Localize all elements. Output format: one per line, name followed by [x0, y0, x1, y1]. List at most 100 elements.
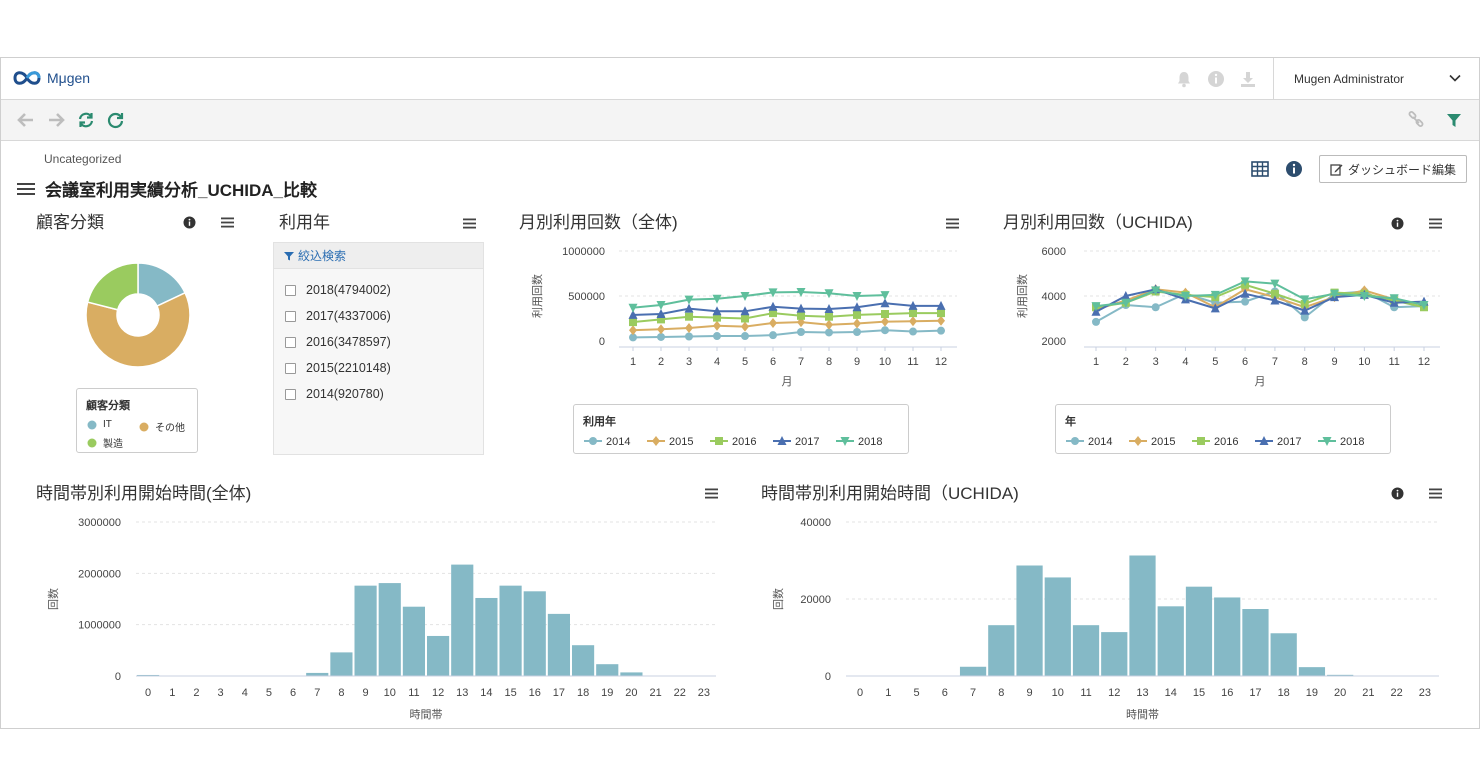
x-tick-label: 14 — [1165, 687, 1177, 699]
bell-icon[interactable] — [1175, 70, 1193, 88]
info-icon[interactable] — [1391, 487, 1404, 500]
monthly-uchida-line-chart: 2000400060001 2 3 4 5 6 7 8 9 10 11 12月利用回数 — [1016, 246, 1440, 388]
widget-menu-icon[interactable] — [1429, 488, 1442, 499]
legend-label-2017: 2017 — [795, 436, 819, 448]
legend-item-manufacturing[interactable]: 製造 — [87, 435, 123, 450]
year-option[interactable]: 2014(920780) — [274, 381, 483, 407]
year-option[interactable]: 2017(4337006) — [274, 303, 483, 329]
legend-label-2018: 2018 — [858, 436, 882, 448]
checkbox[interactable] — [285, 388, 296, 400]
x-tick-label: 9 — [854, 356, 860, 368]
year-option[interactable]: 2016(3478597) — [274, 329, 483, 355]
x-tick-label: 4 — [1182, 356, 1188, 368]
x-tick-label: 11 — [408, 687, 419, 699]
hamburger-menu-icon[interactable] — [17, 181, 35, 197]
checkbox[interactable] — [285, 284, 296, 296]
y-tick-label: 1000000 — [562, 246, 605, 258]
checkbox[interactable] — [285, 336, 296, 348]
breadcrumb[interactable]: Uncategorized — [44, 152, 121, 166]
legend-marker-2016 — [1197, 437, 1205, 445]
x-axis-title: 時間帯 — [410, 708, 443, 721]
refresh-icon[interactable] — [107, 111, 125, 129]
info-icon[interactable] — [1285, 160, 1303, 178]
data-point-2015 — [713, 320, 721, 331]
checkbox[interactable] — [285, 362, 296, 374]
x-tick-label: 9 — [1331, 356, 1337, 368]
filter-icon — [284, 251, 294, 260]
widget-title-hourly-all: 時間帯別利用開始時間(全体) — [36, 484, 252, 503]
bar-11 — [1072, 625, 1100, 676]
x-tick-label: 5 — [742, 356, 748, 368]
x-tick-label: 17 — [553, 687, 565, 699]
widget-menu-icon[interactable] — [705, 488, 718, 499]
bar-13 — [451, 564, 474, 676]
filter-search-label: 絞込検索 — [298, 249, 347, 263]
widget-menu-icon[interactable] — [463, 218, 476, 229]
bar-18 — [572, 645, 595, 676]
x-tick-label: 2 — [193, 687, 199, 699]
x-tick-label: 22 — [674, 687, 686, 699]
x-tick-label: 5 — [1212, 356, 1218, 368]
logo[interactable]: Mμgen — [11, 67, 90, 89]
widget-menu-icon[interactable] — [221, 217, 234, 228]
x-axis-title: 月 — [782, 376, 793, 388]
top-icon-group — [1175, 70, 1257, 88]
info-icon[interactable] — [1207, 70, 1225, 88]
data-point-2015 — [629, 325, 637, 336]
x-tick-label: 4 — [714, 356, 720, 368]
x-tick-label: 11 — [907, 356, 918, 368]
legend-series[interactable]: 2014 2015 2016 2017 2018 — [580, 433, 906, 449]
legend-label-2016: 2016 — [732, 436, 756, 448]
data-point-2014 — [937, 326, 945, 335]
series-line-2014 — [632, 329, 942, 339]
checkbox[interactable] — [285, 310, 296, 322]
x-tick-label: 12 — [432, 687, 444, 699]
year-option[interactable]: 2018(4794002) — [274, 277, 483, 303]
x-tick-label: 7 — [970, 687, 976, 699]
user-menu[interactable]: Mugen Administrator — [1273, 58, 1479, 99]
x-tick-label: 7 — [1272, 356, 1278, 368]
legend-item-it[interactable]: IT — [87, 419, 112, 430]
bar-7 — [959, 666, 987, 676]
y-tick-label: 0 — [115, 671, 121, 683]
bar-15 — [1185, 586, 1213, 676]
legend-dot — [139, 422, 149, 431]
x-axis-title: 月 — [1255, 376, 1266, 388]
x-tick-label: 21 — [1362, 687, 1374, 699]
table-icon[interactable] — [1251, 161, 1269, 177]
link-icon[interactable] — [1407, 111, 1425, 129]
filter-search-button[interactable]: 絞込検索 — [274, 243, 483, 269]
bar-12 — [427, 635, 450, 676]
bar-20 — [620, 672, 643, 676]
data-point-2016 — [853, 310, 861, 319]
bar-16 — [1214, 597, 1241, 676]
year-option[interactable]: 2015(2210148) — [274, 355, 483, 381]
top-bar: Mμgen Mugen Administrator — [1, 58, 1479, 100]
legend-item-other[interactable]: その他 — [139, 419, 185, 434]
info-icon[interactable] — [183, 216, 196, 229]
sync-icon[interactable] — [77, 111, 95, 129]
toolbar-right — [1407, 111, 1463, 129]
year-filter-panel: 絞込検索 2018(4794002) 2017(4337006) 2016(34… — [273, 242, 484, 455]
x-tick-label: 5 — [914, 687, 920, 699]
y-axis-title: 回数 — [772, 588, 785, 610]
x-tick-label: 10 — [1358, 356, 1370, 368]
filter-icon[interactable] — [1445, 111, 1463, 129]
arrow-right-icon[interactable] — [47, 111, 65, 129]
x-tick-label: 1 — [630, 356, 636, 368]
x-tick-label: 6 — [942, 687, 948, 699]
monthly-uchida-legend: 年 2014 2015 2016 2017 2018 — [1055, 404, 1391, 454]
data-point-2014 — [909, 327, 917, 336]
arrow-left-icon[interactable] — [17, 111, 35, 129]
download-icon[interactable] — [1239, 70, 1257, 88]
x-tick-label: 21 — [649, 687, 661, 699]
data-point-2014 — [1241, 297, 1250, 306]
data-point-2016 — [881, 310, 889, 318]
data-point-2016 — [741, 314, 749, 323]
legend-series[interactable]: 2014 2015 2016 2017 2018 — [1062, 433, 1388, 449]
x-tick-label: 3 — [1153, 356, 1159, 368]
widget-title-year: 利用年 — [279, 213, 330, 232]
chevron-down-icon — [1449, 74, 1461, 82]
data-point-2015 — [825, 319, 833, 330]
data-point-2016 — [909, 309, 917, 318]
